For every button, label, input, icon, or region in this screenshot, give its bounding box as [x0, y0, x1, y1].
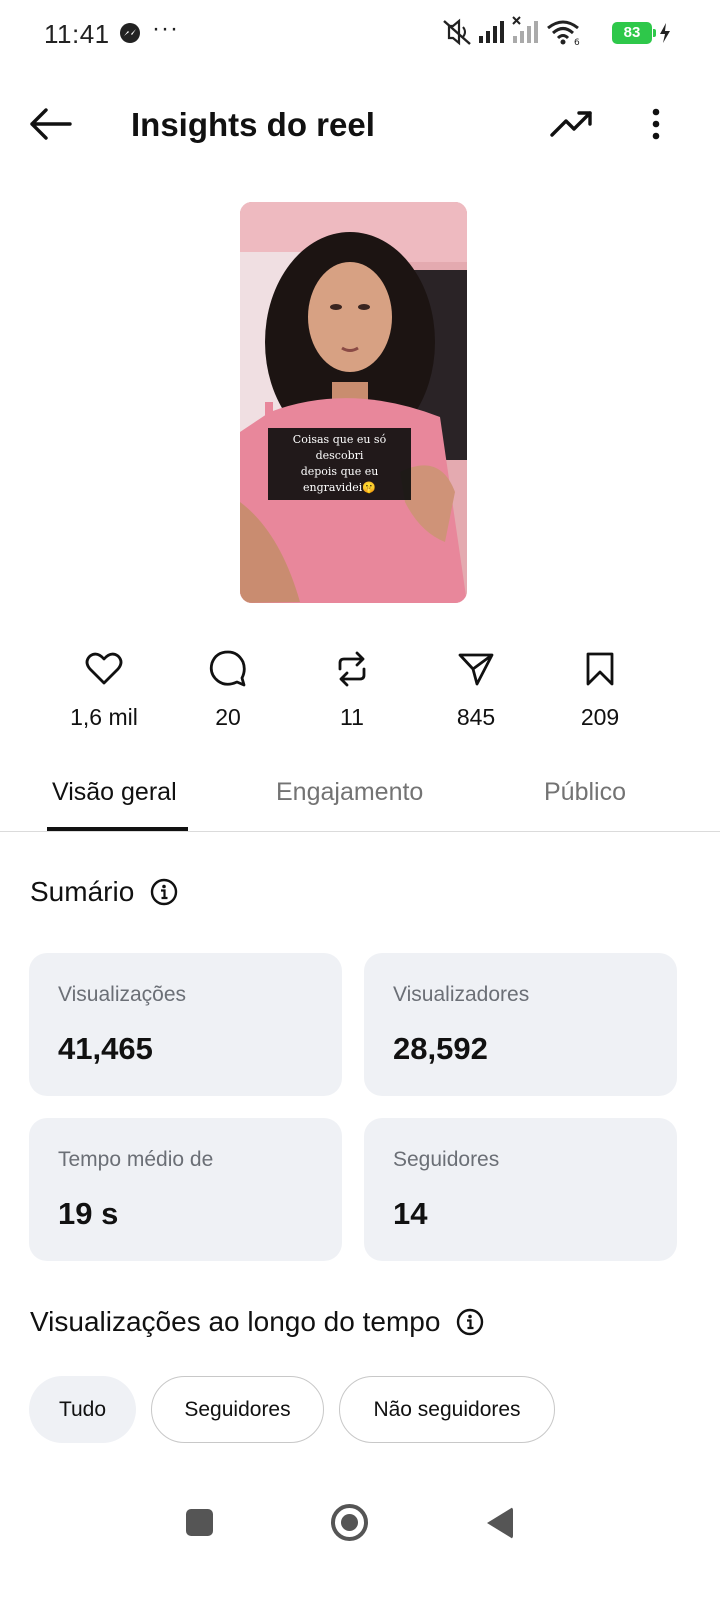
svg-text:6: 6 — [574, 38, 580, 46]
views-over-time-header: Visualizações ao longo do tempo — [30, 1306, 484, 1338]
repost-icon — [338, 651, 366, 687]
tab-audience[interactable]: Público — [544, 778, 626, 807]
status-time: 11:41 — [44, 19, 110, 49]
card-label: Tempo médio de — [58, 1148, 214, 1171]
stat-value: 1,6 mil — [70, 704, 138, 730]
active-tab-indicator — [47, 827, 188, 831]
signal-icon — [479, 21, 504, 43]
card-label: Seguidores — [393, 1148, 500, 1171]
summary-card-avg-watch-time[interactable]: Tempo médio de 19 s — [29, 1118, 342, 1261]
insights-tabs: Visão geral Engajamento Público — [0, 770, 720, 832]
views-over-time-title: Visualizações ao longo do tempo — [30, 1306, 441, 1337]
header: Insights do reel — [0, 80, 720, 170]
bookmark-icon — [586, 652, 614, 686]
engagement-stats: 1,6 mil 20 11 845 209 — [42, 648, 662, 738]
stat-shares[interactable]: 845 — [414, 648, 538, 738]
heart-icon — [85, 652, 123, 685]
trending-icon — [550, 111, 592, 137]
stat-value: 209 — [580, 704, 620, 730]
card-value: 41,465 — [58, 1031, 153, 1066]
more-options-button[interactable] — [640, 100, 672, 148]
filter-chip-followers[interactable]: Seguidores — [151, 1376, 324, 1443]
tab-overview[interactable]: Visão geral — [52, 778, 177, 807]
stat-value: 20 — [215, 704, 241, 730]
wifi-icon: 6 — [547, 20, 580, 46]
filter-chip-all[interactable]: Tudo — [29, 1376, 136, 1443]
reel-caption-line: Coisas que eu só descobri — [292, 433, 387, 462]
summary-card-followers[interactable]: Seguidores 14 — [364, 1118, 677, 1261]
trends-button[interactable] — [548, 102, 596, 146]
reel-caption-line: depois que eu engravidei🤫 — [300, 465, 379, 494]
summary-header: Sumário — [30, 876, 178, 908]
signal-no-service-icon — [512, 16, 538, 43]
messenger-icon — [120, 23, 140, 43]
summary-card-viewers[interactable]: Visualizadores 28,592 — [364, 953, 677, 1096]
stat-likes[interactable]: 1,6 mil — [42, 648, 166, 738]
stat-comments[interactable]: 20 — [166, 648, 290, 738]
status-bar: 11:41 ··· 6 83 — [0, 0, 720, 68]
battery-indicator: 83 — [612, 22, 656, 44]
more-vertical-icon — [652, 108, 660, 140]
info-icon[interactable] — [456, 1308, 484, 1336]
comment-icon — [209, 650, 246, 687]
system-icons: 6 83 — [440, 14, 720, 50]
card-label: Visualizações — [58, 983, 187, 1006]
stat-saves[interactable]: 209 — [538, 648, 662, 738]
info-icon[interactable] — [150, 878, 178, 906]
reel-caption: Coisas que eu só descobri depois que eu … — [268, 428, 411, 500]
filter-chip-non-followers[interactable]: Não seguidores — [339, 1376, 555, 1443]
share-icon — [458, 653, 494, 686]
card-label: Visualizadores — [393, 983, 530, 1006]
summary-card-views[interactable]: Visualizações 41,465 — [29, 953, 342, 1096]
page-title: Insights do reel — [131, 106, 375, 143]
stat-reposts[interactable]: 11 — [290, 648, 414, 738]
stat-value: 845 — [456, 704, 496, 730]
stat-value: 11 — [340, 704, 364, 730]
more-dots-icon: ··· — [152, 15, 179, 42]
system-navigation-bar — [0, 1480, 720, 1600]
recent-apps-button[interactable] — [186, 1509, 213, 1536]
charging-icon — [660, 23, 670, 43]
card-value: 28,592 — [393, 1031, 488, 1066]
summary-title: Sumário — [30, 876, 135, 907]
back-arrow-icon — [30, 108, 72, 140]
system-back-button[interactable] — [487, 1507, 513, 1539]
reel-thumbnail[interactable]: Coisas que eu só descobri depois que eu … — [240, 202, 467, 603]
home-button[interactable] — [331, 1504, 368, 1541]
mute-icon — [443, 18, 471, 46]
tab-engagement[interactable]: Engajamento — [276, 778, 423, 807]
card-value: 14 — [393, 1196, 428, 1231]
reel-thumbnail-image — [240, 202, 467, 603]
back-button[interactable] — [24, 100, 76, 148]
card-value: 19 s — [58, 1196, 119, 1231]
